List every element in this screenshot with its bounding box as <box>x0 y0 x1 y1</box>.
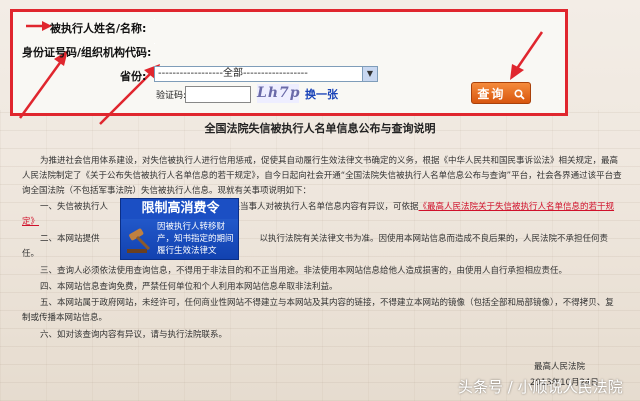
name-label: 被执行人姓名/名称: <box>50 22 147 35</box>
notice-item-6: 六、如对该查询内容有异议，请与执行法院联系。 <box>40 330 228 340</box>
notice-item-2: 二、本网站提供 以执行法院有关法律文书为准。因使用本网站信息而造成不良后果的，人民… <box>22 232 622 262</box>
item-1-b: 有关当事人对被执行人名单信息内容有异议，可依据 <box>223 202 419 212</box>
notice-intro: 为推进社会信用体系建设，对失信被执行人进行信用惩戒，促使其自动履行生效法律文书确… <box>22 156 622 196</box>
province-select[interactable]: ------------------全部------------------ ▼ <box>154 66 378 82</box>
ad-banner[interactable]: 限制高消费令 因被执行人转移财产，知书指定的期间履行生效法律文 <box>120 198 239 260</box>
refresh-captcha-link[interactable]: 换一张 <box>305 86 338 102</box>
search-icon <box>514 89 525 100</box>
query-button[interactable]: 查询 <box>471 82 531 104</box>
name-input[interactable] <box>154 19 155 20</box>
signature: 最高人民法院 <box>534 362 586 372</box>
notice-item-5: 五、本网站属于政府网站，未经许可，任何商业性网站不得建立与本网站及其内容的链接，… <box>22 298 614 323</box>
ad-body: 因被执行人转移财产，知书指定的期间履行生效法律文 <box>157 222 234 256</box>
captcha-label: 验证码: <box>156 91 187 101</box>
id-input[interactable] <box>154 43 155 44</box>
captcha-image[interactable]: Lh7p <box>257 84 300 103</box>
notice-item-3: 三、查询人必须依法使用查询信息，不得用于非法目的和不正当用途。非法使用本网站信息… <box>40 266 568 276</box>
notice-item-4: 四、本网站信息查询免费，严禁任何单位和个人利用本网站信息牟取非法利益。 <box>40 282 338 292</box>
notice-title: 全国法院失信被执行人名单信息公布与查询说明 <box>204 122 436 135</box>
ad-title: 限制高消费令 <box>121 199 238 219</box>
watermark: 头条号 / 小顺说人民法院 <box>458 378 623 396</box>
query-button-label: 查询 <box>477 87 506 101</box>
chevron-down-icon[interactable]: ▼ <box>362 67 377 81</box>
gavel-icon <box>127 228 151 253</box>
province-selected-value: ------------------全部------------------ <box>158 68 308 79</box>
id-label: 身份证号码/组织机构代码: <box>22 46 152 59</box>
captcha-input[interactable] <box>185 86 251 103</box>
item-2-a: 二、本网站提供 <box>40 234 100 244</box>
province-label: 省份: <box>120 70 147 83</box>
item-2-b: 以执行法院有关法律文书为准。因使用本网站信息而造成不良后果的，人民法院不承担任何… <box>22 234 609 259</box>
item-1-a: 一、失信被执行人 <box>40 202 109 212</box>
